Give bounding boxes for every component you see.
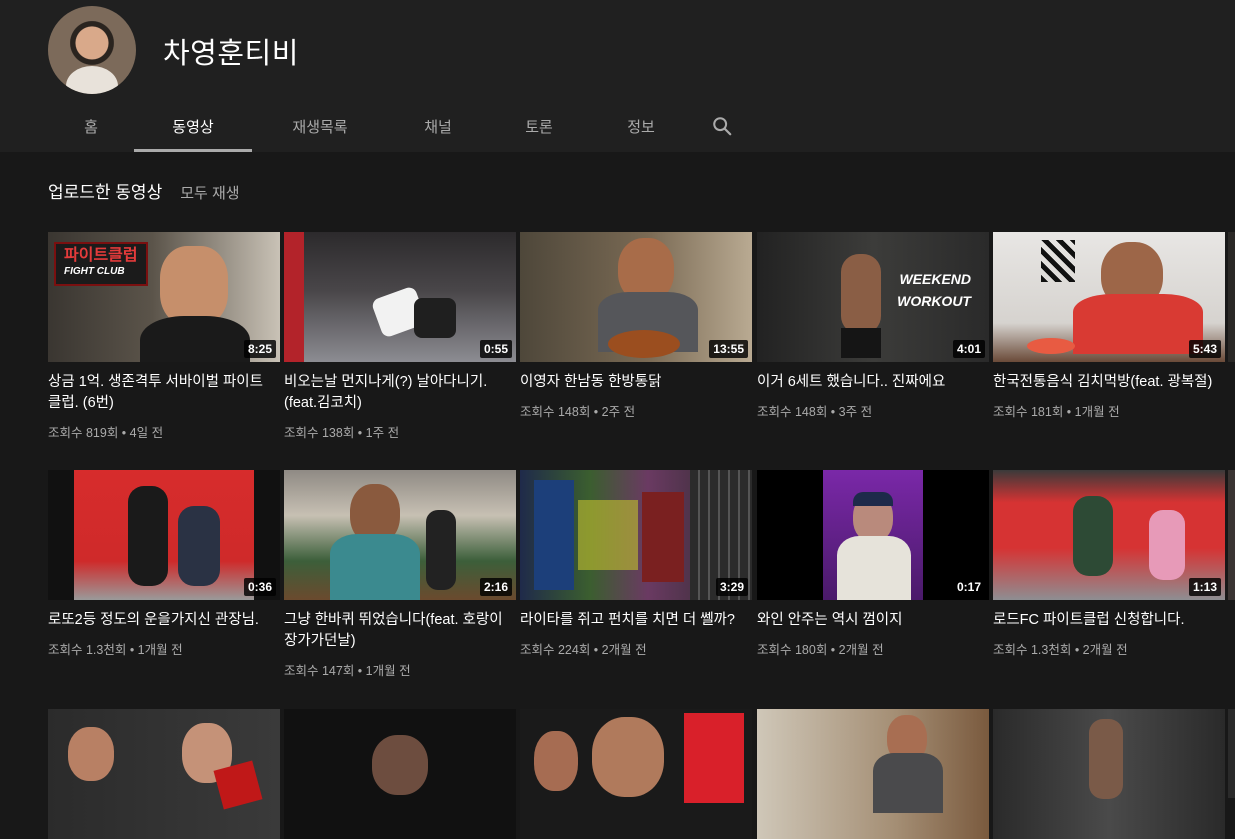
channel-title: 차영훈티비 — [163, 38, 299, 70]
channel-avatar[interactable] — [48, 6, 136, 94]
video-title[interactable]: 비오는날 먼지나게(?) 날아다니기. (feat.김코치) — [284, 372, 512, 414]
tab-discussion[interactable]: 토론 — [488, 100, 590, 152]
video-title[interactable]: 그냥 한바퀴 뛰었습니다(feat. 호랑이장가가던날) — [284, 610, 512, 652]
video-meta: 조회수 181회 • 1개월 전 — [993, 405, 1120, 419]
tab-home[interactable]: 홈 — [48, 100, 134, 152]
video-title[interactable]: 라이타를 쥐고 펀치를 치면 더 쎌까? — [520, 610, 748, 631]
video-thumbnail[interactable] — [757, 709, 989, 839]
tab-channels[interactable]: 채널 — [388, 100, 488, 152]
video-thumbnail[interactable]: WEEKEND WORKOUT 4:01 — [757, 232, 989, 362]
video-duration: 5:43 — [1188, 340, 1221, 358]
tab-playlists[interactable]: 재생목록 — [252, 100, 388, 152]
play-all-button[interactable]: 모두 재생 — [180, 182, 239, 203]
thumbnail-logo: 파이트클럽 FIGHT CLUB — [54, 242, 148, 286]
channel-tabs: 홈 동영상 재생목록 채널 토론 정보 — [48, 100, 752, 152]
video-card[interactable]: 5:43 한국전통음식 김치먹방(feat. 광복절) 조회수 181회 • 1… — [993, 232, 1225, 420]
video-thumbnail[interactable] — [520, 709, 752, 839]
video-thumbnail[interactable] — [284, 709, 516, 839]
video-card-partial[interactable] — [1228, 232, 1235, 362]
video-card[interactable] — [520, 709, 752, 839]
tab-videos[interactable]: 동영상 — [134, 100, 252, 152]
video-thumbnail[interactable]: 5:43 — [993, 232, 1225, 362]
video-card[interactable]: 0:55 비오는날 먼지나게(?) 날아다니기. (feat.김코치) 조회수 … — [284, 232, 516, 441]
video-title[interactable]: 이영자 한남동 한방통닭 — [520, 372, 748, 393]
video-title[interactable]: 상금 1억. 생존격투 서바이벌 파이트클럽. (6번) — [48, 372, 276, 414]
video-card[interactable]: 0:36 로또2등 정도의 운을가지신 관장님. 조회수 1.3천회 • 1개월… — [48, 470, 280, 658]
video-meta: 조회수 1.3천회 • 1개월 전 — [48, 643, 183, 657]
video-card[interactable]: 1:13 로드FC 파이트클럽 신청합니다. 조회수 1.3천회 • 2개월 전 — [993, 470, 1225, 658]
video-title[interactable]: 와인 안주는 역시 껌이지 — [757, 610, 985, 631]
video-meta: 조회수 180회 • 2개월 전 — [757, 643, 884, 657]
video-thumbnail[interactable]: 1:13 — [993, 470, 1225, 600]
section-header: 업로드한 동영상 모두 재생 — [48, 178, 240, 203]
video-card[interactable]: 3:29 라이타를 쥐고 펀치를 치면 더 쎌까? 조회수 224회 • 2개월… — [520, 470, 752, 658]
video-title[interactable]: 로또2등 정도의 운을가지신 관장님. — [48, 610, 276, 631]
video-card[interactable] — [993, 709, 1225, 839]
video-card[interactable]: 파이트클럽 FIGHT CLUB 8:25 상금 1억. 생존격투 서바이벌 파이… — [48, 232, 280, 441]
video-duration: 13:55 — [709, 340, 748, 358]
video-meta: 조회수 148회 • 2주 전 — [520, 405, 636, 419]
video-card[interactable] — [48, 709, 280, 839]
video-thumbnail[interactable] — [48, 709, 280, 839]
video-thumbnail[interactable]: 0:55 — [284, 232, 516, 362]
video-duration: 8:25 — [243, 340, 276, 358]
video-duration: 0:36 — [243, 578, 276, 596]
video-thumbnail[interactable]: 0:17 — [757, 470, 989, 600]
video-card[interactable] — [284, 709, 516, 839]
video-meta: 조회수 138회 • 1주 전 — [284, 426, 400, 440]
video-duration: 4:01 — [952, 340, 985, 358]
video-duration: 0:55 — [479, 340, 512, 358]
search-icon[interactable] — [692, 100, 752, 152]
video-card-partial[interactable] — [1228, 470, 1235, 600]
video-thumbnail[interactable]: 0:36 — [48, 470, 280, 600]
section-title: 업로드한 동영상 — [48, 183, 163, 202]
video-duration: 0:17 — [952, 578, 985, 596]
video-duration: 1:13 — [1188, 578, 1221, 596]
video-thumbnail[interactable]: 13:55 — [520, 232, 752, 362]
video-thumbnail[interactable]: 2:16 — [284, 470, 516, 600]
video-card[interactable]: 2:16 그냥 한바퀴 뛰었습니다(feat. 호랑이장가가던날) 조회수 14… — [284, 470, 516, 679]
video-meta: 조회수 819회 • 4일 전 — [48, 426, 164, 440]
video-meta: 조회수 224회 • 2개월 전 — [520, 643, 647, 657]
video-title[interactable]: 한국전통음식 김치먹방(feat. 광복절) — [993, 372, 1221, 393]
video-thumbnail[interactable]: 파이트클럽 FIGHT CLUB 8:25 — [48, 232, 280, 362]
video-title[interactable]: 로드FC 파이트클럽 신청합니다. — [993, 610, 1221, 631]
tab-about[interactable]: 정보 — [590, 100, 692, 152]
video-card[interactable] — [757, 709, 989, 839]
video-meta: 조회수 148회 • 3주 전 — [757, 405, 873, 419]
video-duration: 2:16 — [479, 578, 512, 596]
video-card[interactable]: 13:55 이영자 한남동 한방통닭 조회수 148회 • 2주 전 — [520, 232, 752, 420]
video-duration: 3:29 — [715, 578, 748, 596]
video-meta: 조회수 147회 • 1개월 전 — [284, 664, 411, 678]
thumbnail-text: WEEKEND WORKOUT — [897, 271, 971, 309]
video-thumbnail[interactable]: 3:29 — [520, 470, 752, 600]
channel-header: 차영훈티비 홈 동영상 재생목록 채널 토론 정보 — [0, 0, 1235, 152]
video-card[interactable]: 0:17 와인 안주는 역시 껌이지 조회수 180회 • 2개월 전 — [757, 470, 989, 658]
video-meta: 조회수 1.3천회 • 2개월 전 — [993, 643, 1128, 657]
video-title[interactable]: 이거 6세트 했습니다.. 진짜에요 — [757, 372, 985, 393]
video-card[interactable]: WEEKEND WORKOUT 4:01 이거 6세트 했습니다.. 진짜에요 조… — [757, 232, 989, 420]
video-card-partial[interactable] — [1228, 709, 1235, 798]
video-thumbnail[interactable] — [993, 709, 1225, 839]
